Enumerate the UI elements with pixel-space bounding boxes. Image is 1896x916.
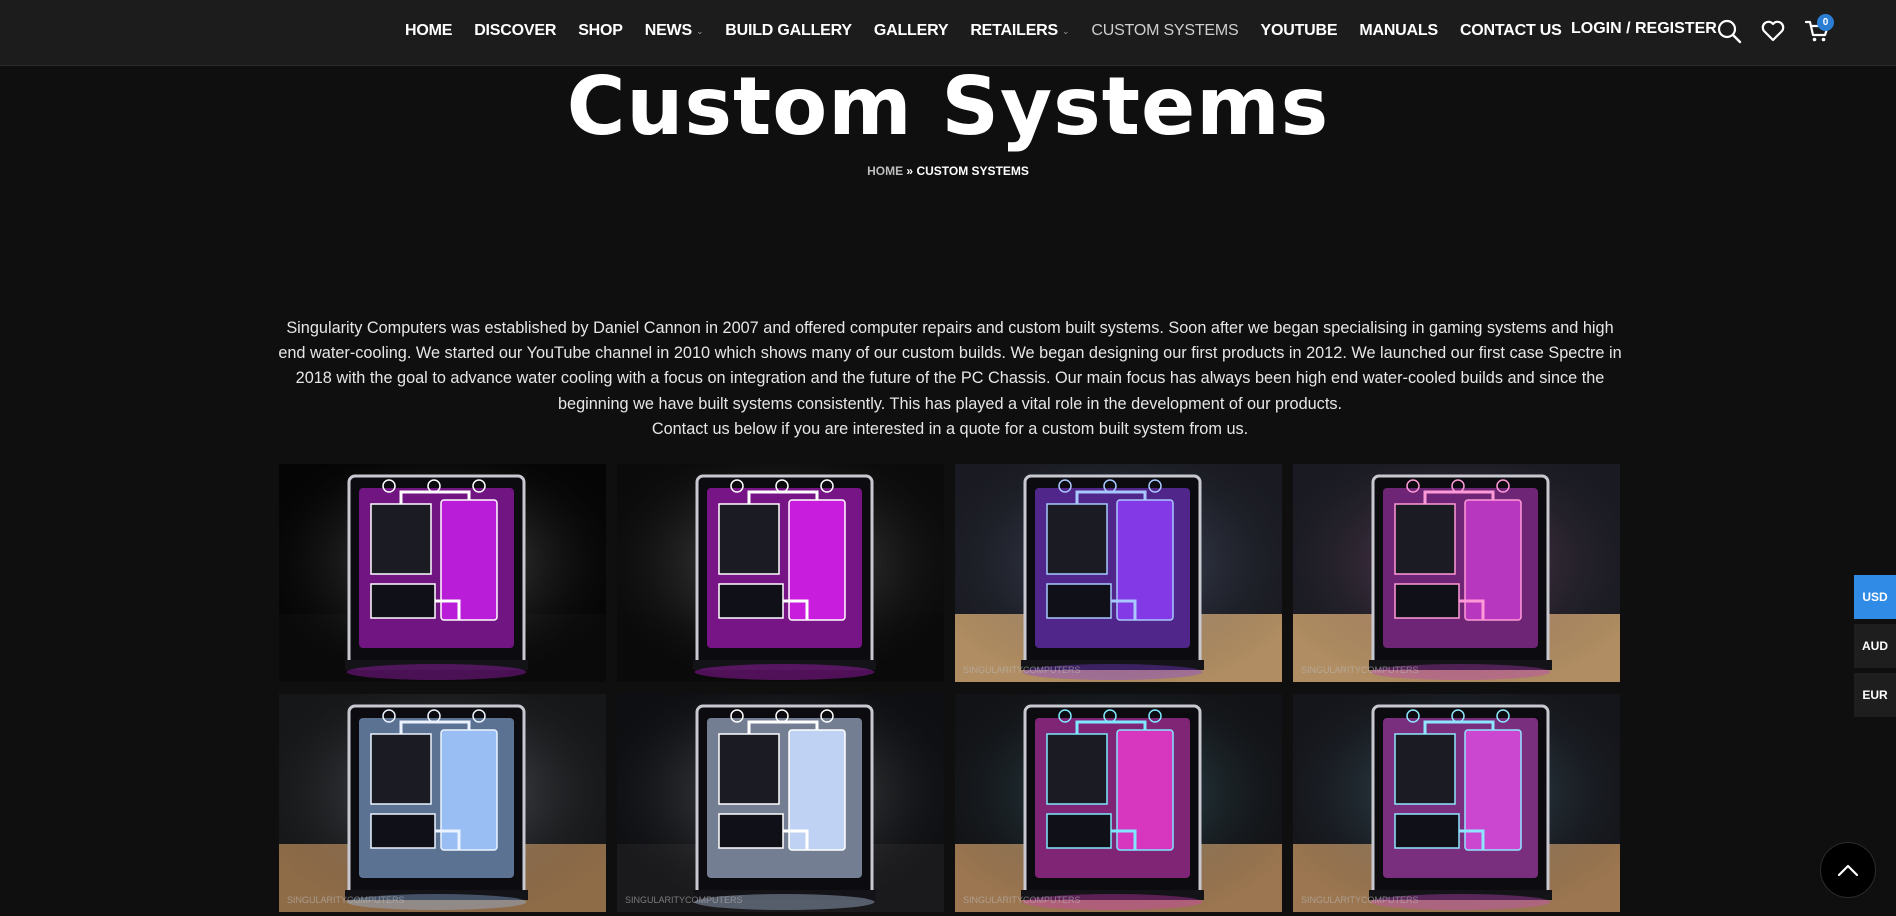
pc-build-photo: SINGULARITYCOMPUTERS [617,694,944,912]
breadcrumb: HOME » CUSTOM SYSTEMS [0,164,1896,178]
watermark-text: SINGULARITYCOMPUTERS [287,895,405,905]
nav-item-custom-systems[interactable]: CUSTOM SYSTEMS [1091,22,1238,40]
watermark-text: SINGULARITYCOMPUTERS [1301,895,1419,905]
intro-paragraph: Singularity Computers was established by… [278,319,1622,413]
nav-item-youtube[interactable]: YOUTUBE [1261,22,1338,40]
nav-item-label: SHOP [578,22,623,39]
currency-aud-button[interactable]: AUD [1854,624,1896,668]
nav-item-contact-us[interactable]: CONTACT US [1460,22,1562,40]
nav-item-label: NEWS [644,22,692,39]
page-title: Custom Systems [566,60,1330,153]
pc-build-photo [279,464,606,682]
nav-item-news[interactable]: NEWS ⌄ [645,22,704,40]
watermark-text: SINGULARITYCOMPUTERS [1301,665,1419,675]
chevron-down-icon: ⌄ [1062,25,1070,36]
nav-item-label: GALLERY [873,22,949,39]
breadcrumb-separator: » [903,164,917,178]
nav-item-manuals[interactable]: MANUALS [1359,22,1438,40]
nav-item-build-gallery[interactable]: BUILD GALLERY [725,22,852,40]
breadcrumb-home-link[interactable]: HOME [867,164,903,178]
gallery-image-8[interactable]: SINGULARITYCOMPUTERS [1293,694,1620,912]
pc-build-photo: SINGULARITYCOMPUTERS [279,694,606,912]
chevron-up-icon [1837,864,1859,877]
intro-text: Singularity Computers was established by… [278,316,1622,442]
login-register-link[interactable]: LOGIN / REGISTER [1571,20,1717,38]
nav-item-label: DISCOVER [474,22,557,39]
search-icon[interactable] [1716,18,1742,44]
breadcrumb-current: CUSTOM SYSTEMS [916,164,1029,178]
pc-build-photo: SINGULARITYCOMPUTERS [1293,694,1620,912]
currency-eur-button[interactable]: EUR [1854,673,1896,717]
nav-item-retailers[interactable]: RETAILERS ⌄ [970,22,1069,40]
nav-item-discover[interactable]: DISCOVER [474,22,556,40]
gallery-image-3[interactable]: SINGULARITYCOMPUTERS [955,464,1282,682]
custom-systems-gallery: SINGULARITYCOMPUTERS SINGULARITYCOMPUTERS… [279,464,1620,912]
nav-item-label: CONTACT US [1459,22,1562,39]
nav-item-label: HOME [405,22,453,39]
watermark-text: SINGULARITYCOMPUTERS [963,665,1081,675]
gallery-image-6[interactable]: SINGULARITYCOMPUTERS [617,694,944,912]
cart-count-badge: 0 [1817,14,1834,31]
scroll-to-top-button[interactable] [1820,842,1876,898]
currency-usd-button[interactable]: USD [1854,575,1896,619]
main-nav: HOME DISCOVER SHOP NEWS ⌄ BUILD GALLERY GALLER… [394,0,1573,62]
pc-build-photo: SINGULARITYCOMPUTERS [955,464,1282,682]
pc-build-photo: SINGULARITYCOMPUTERS [955,694,1282,912]
gallery-image-2[interactable] [617,464,944,682]
chevron-down-icon: ⌄ [695,25,704,36]
nav-item-gallery[interactable]: GALLERY [873,22,949,40]
site-header: HOME DISCOVER SHOP NEWS ⌄ BUILD GALLERY GALLER… [0,0,1896,66]
nav-item-label: BUILD GALLERY [725,22,852,39]
nav-item-shop[interactable]: SHOP [578,22,623,40]
gallery-image-4[interactable]: SINGULARITYCOMPUTERS [1293,464,1620,682]
heart-icon[interactable] [1760,18,1786,44]
pc-build-photo: SINGULARITYCOMPUTERS [1293,464,1620,682]
watermark-text: SINGULARITYCOMPUTERS [963,895,1081,905]
nav-item-label: RETAILERS [970,22,1059,39]
gallery-image-1[interactable] [279,464,606,682]
watermark-text: SINGULARITYCOMPUTERS [625,895,743,905]
intro-cta: Contact us below if you are interested i… [651,419,1249,438]
nav-item-label: MANUALS [1359,22,1438,39]
nav-item-label: CUSTOM SYSTEMS [1091,22,1239,39]
pc-build-photo [617,464,944,682]
gallery-image-5[interactable]: SINGULARITYCOMPUTERS [279,694,606,912]
nav-item-home[interactable]: HOME [405,22,452,40]
gallery-image-7[interactable]: SINGULARITYCOMPUTERS [955,694,1282,912]
nav-item-label: YOUTUBE [1260,22,1338,39]
